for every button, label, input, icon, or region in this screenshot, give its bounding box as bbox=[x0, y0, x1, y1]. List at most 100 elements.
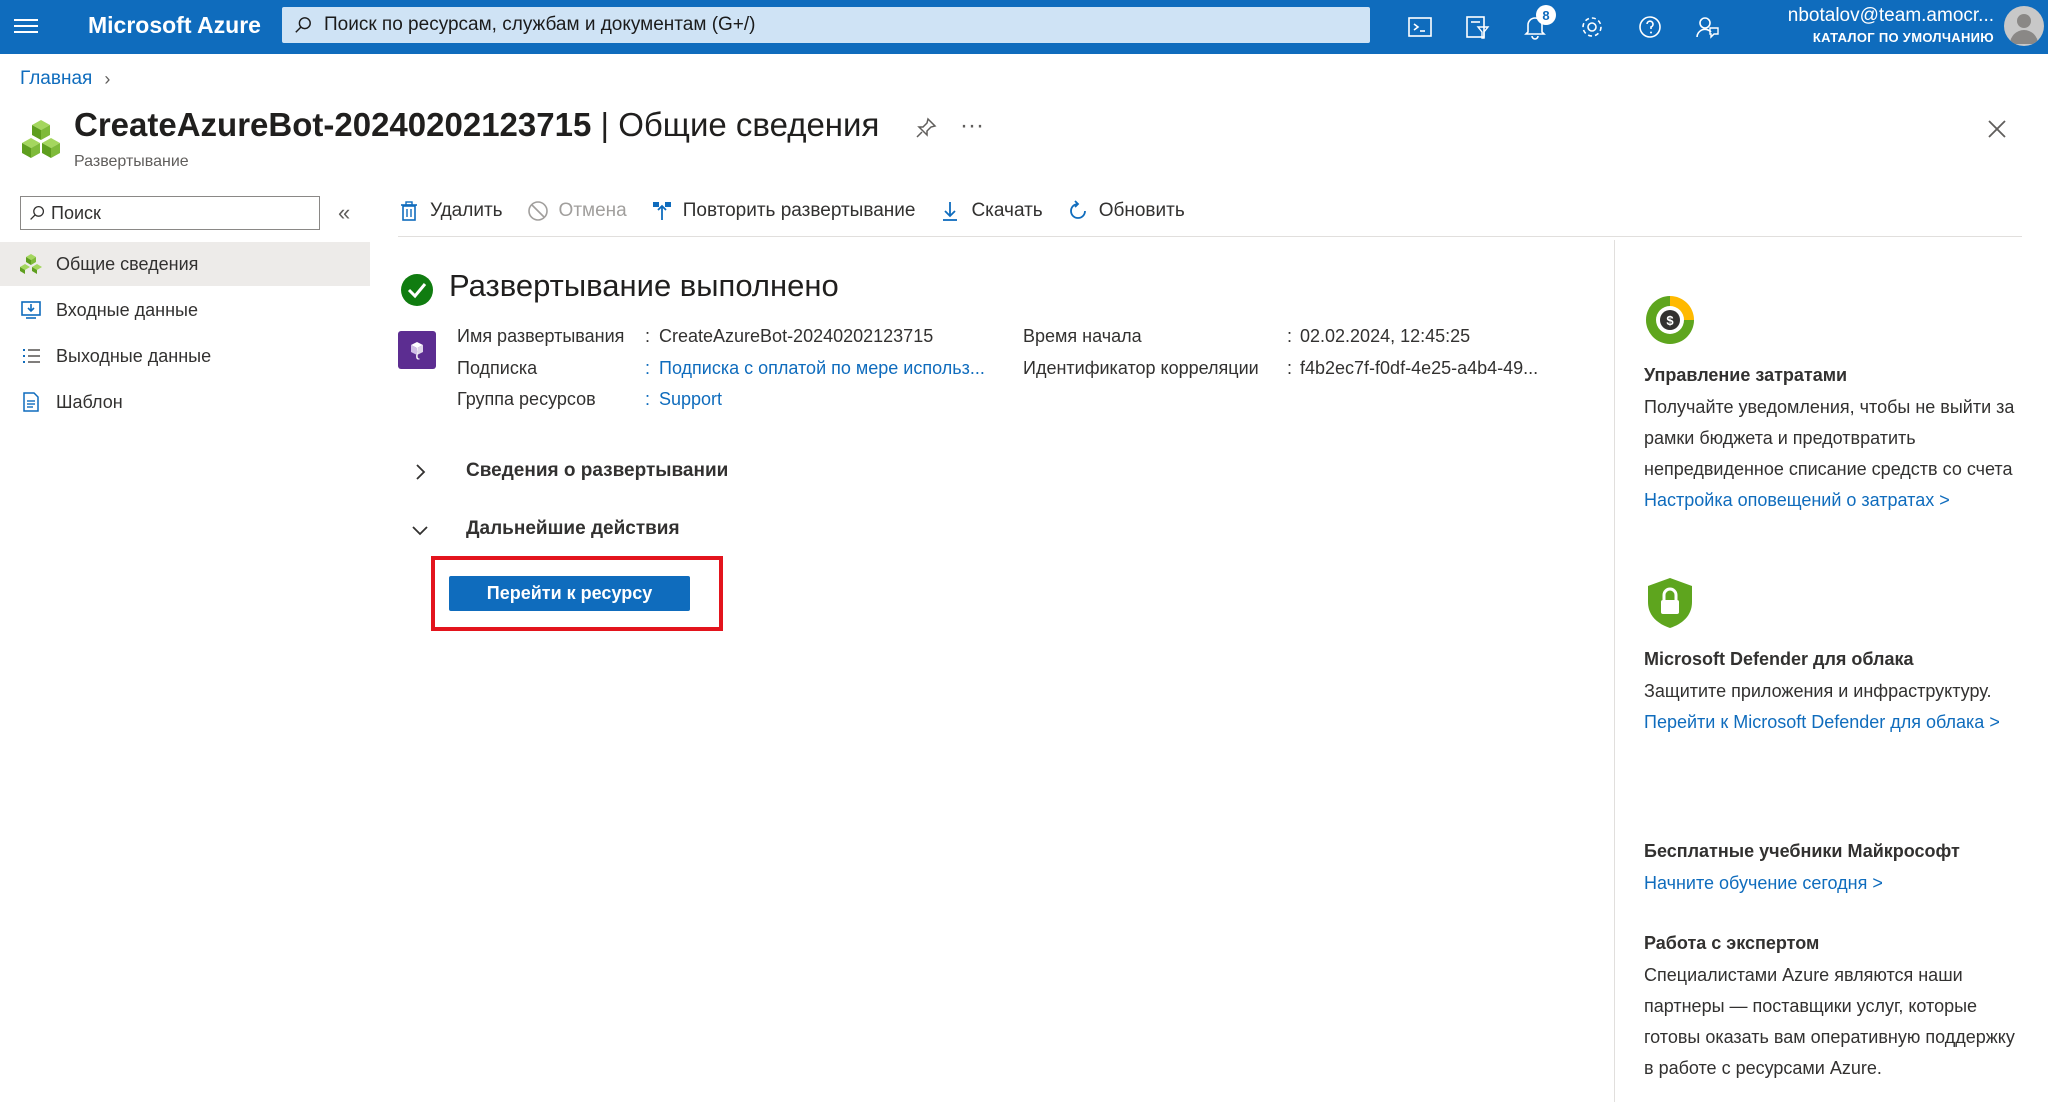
nav-item-inputs[interactable]: Входные данные bbox=[0, 288, 370, 332]
download-icon bbox=[943, 202, 958, 221]
correlation-id-label: Идентификатор корреляции bbox=[1023, 358, 1259, 378]
separator: : bbox=[645, 358, 651, 378]
delete-button[interactable]: Удалить bbox=[398, 200, 503, 222]
separator: : bbox=[1287, 326, 1293, 346]
redeploy-label: Повторить развертывание bbox=[682, 200, 916, 221]
breadcrumb-home[interactable]: Главная bbox=[20, 68, 92, 90]
feedback-icon[interactable] bbox=[1692, 12, 1722, 42]
learning-title: Бесплатные учебники Майкрософт bbox=[1644, 841, 1960, 861]
page-subtitle: Развертывание bbox=[74, 153, 189, 170]
deployment-name-label: Имя развертывания bbox=[457, 326, 625, 346]
separator: : bbox=[645, 389, 651, 409]
bell-icon[interactable]: 8 bbox=[1520, 5, 1556, 42]
command-bar: Удалить Отмена Повторить развертывание С… bbox=[398, 194, 1209, 228]
outputs-icon bbox=[23, 349, 40, 363]
correlation-id-value: f4b2ec7f-f0df-4e25-a4b4-49... bbox=[1300, 358, 1539, 378]
chevron-down-icon bbox=[412, 526, 428, 536]
cost-management-icon: $ bbox=[1646, 296, 1694, 344]
expert-title: Работа с экспертом bbox=[1644, 933, 1820, 953]
expert-text: Специалистами Azure являются наши партне… bbox=[1644, 965, 2015, 1078]
cancel-button[interactable]: Отмена bbox=[527, 200, 627, 222]
defender-text: Защитите приложения и инфраструктуру. bbox=[1644, 681, 1992, 701]
nav-item-template[interactable]: Шаблон bbox=[0, 380, 370, 424]
account-menu[interactable]: nbotalov@team.amocr... КАТАЛОГ ПО УМОЛЧА… bbox=[1788, 5, 1994, 45]
redeploy-icon bbox=[652, 202, 671, 220]
cost-management-title: Управление затратами bbox=[1644, 365, 1848, 385]
pin-icon[interactable] bbox=[914, 116, 938, 140]
learning-link[interactable]: Начните обучение сегодня > bbox=[1644, 868, 2024, 899]
deployment-name-value: CreateAzureBot-20240202123715 bbox=[659, 326, 934, 346]
defender-card: Microsoft Defender для облака Защитите п… bbox=[1644, 649, 2024, 738]
menu-icon[interactable] bbox=[14, 15, 38, 37]
nav-item-label: Входные данные bbox=[56, 299, 198, 320]
page-title-name: CreateAzureBot-20240202123715 bbox=[74, 106, 592, 143]
search-icon bbox=[30, 205, 45, 220]
deployment-icon: { bbox=[398, 331, 436, 369]
separator: : bbox=[645, 326, 651, 346]
refresh-icon bbox=[1069, 200, 1086, 219]
page-title-section: | Общие сведения bbox=[591, 106, 880, 143]
nav-search-placeholder: Поиск bbox=[51, 202, 101, 223]
download-label: Скачать bbox=[971, 200, 1043, 221]
inputs-icon bbox=[21, 301, 41, 319]
deployment-status-title: Развертывание выполнено bbox=[449, 268, 839, 303]
search-placeholder: Поиск по ресурсам, службам и документам … bbox=[324, 14, 756, 35]
resource-group-link[interactable]: Support bbox=[659, 389, 722, 410]
download-button[interactable]: Скачать bbox=[939, 200, 1043, 222]
subscription-label: Подписка bbox=[457, 358, 538, 378]
refresh-label: Обновить bbox=[1098, 200, 1185, 221]
template-icon bbox=[23, 392, 39, 412]
account-user: nbotalov@team.amocr... bbox=[1787, 5, 1994, 26]
learning-card: Бесплатные учебники Майкрософт Начните о… bbox=[1644, 841, 2024, 899]
trash-icon bbox=[401, 201, 417, 221]
next-steps-label: Дальнейшие действия bbox=[466, 518, 680, 539]
global-search-input[interactable]: Поиск по ресурсам, службам и документам … bbox=[282, 7, 1370, 43]
subscription-link[interactable]: Подписка с оплатой по мере использ... bbox=[659, 358, 985, 379]
more-options-button[interactable]: ··· bbox=[960, 112, 984, 140]
nav-item-label: Шаблон bbox=[56, 391, 123, 412]
start-time-label: Время начала bbox=[1023, 326, 1142, 346]
breadcrumb: Главная › bbox=[20, 68, 110, 90]
delete-label: Удалить bbox=[430, 200, 503, 221]
deployment-details-label: Сведения о развертывании bbox=[466, 460, 729, 481]
help-icon[interactable] bbox=[1635, 12, 1665, 42]
brand-logo[interactable]: Microsoft Azure bbox=[88, 12, 261, 39]
cost-management-card: Управление затратами Получайте уведомлен… bbox=[1644, 365, 2024, 516]
avatar[interactable] bbox=[2004, 6, 2044, 46]
refresh-button[interactable]: Обновить bbox=[1067, 200, 1185, 222]
search-icon bbox=[295, 17, 311, 33]
separator: : bbox=[1287, 358, 1293, 378]
go-to-resource-button[interactable]: Перейти к ресурсу bbox=[449, 576, 690, 611]
right-panel-divider bbox=[1614, 240, 1615, 1102]
deployment-cubes-icon bbox=[22, 120, 60, 158]
collapse-nav-button[interactable]: « bbox=[338, 200, 350, 226]
cost-alerts-link[interactable]: Настройка оповещений о затратах > bbox=[1644, 485, 2024, 516]
resource-group-label: Группа ресурсов bbox=[457, 389, 596, 409]
cloud-shell-icon[interactable] bbox=[1405, 12, 1435, 42]
nav-item-label: Выходные данные bbox=[56, 345, 212, 366]
cancel-icon bbox=[527, 201, 548, 221]
cost-management-text: Получайте уведомления, чтобы не выйти за… bbox=[1644, 397, 2015, 479]
defender-shield-icon bbox=[1648, 578, 1692, 628]
next-steps-toggle[interactable]: Дальнейшие действия bbox=[410, 518, 680, 540]
close-icon[interactable] bbox=[1986, 118, 2008, 140]
svg-text:$: $ bbox=[1666, 313, 1674, 328]
nav-item-outputs[interactable]: Выходные данные bbox=[0, 334, 370, 378]
expert-card: Работа с экспертом Специалистами Azure я… bbox=[1644, 933, 2024, 1084]
chevron-right-icon bbox=[416, 464, 426, 480]
page-title: CreateAzureBot-20240202123715 | Общие св… bbox=[74, 106, 879, 144]
nav-search-input[interactable]: Поиск bbox=[20, 196, 320, 230]
nav-item-overview[interactable]: Общие сведения bbox=[0, 242, 370, 286]
notification-badge: 8 bbox=[1536, 5, 1556, 25]
redeploy-button[interactable]: Повторить развертывание bbox=[651, 200, 916, 222]
gear-icon[interactable] bbox=[1577, 12, 1607, 42]
deployment-details-toggle[interactable]: Сведения о развертывании bbox=[410, 460, 728, 482]
overview-icon bbox=[20, 254, 42, 274]
chevron-right-icon: › bbox=[104, 68, 111, 89]
defender-link[interactable]: Перейти к Microsoft Defender для облака … bbox=[1644, 707, 2024, 738]
nav-item-label: Общие сведения bbox=[56, 253, 199, 274]
toolbar-divider bbox=[398, 236, 2022, 237]
account-directory: КАТАЛОГ ПО УМОЛЧАНИЮ bbox=[1812, 30, 1994, 45]
top-bar: Microsoft Azure Поиск по ресурсам, служб… bbox=[0, 0, 2048, 54]
directory-filter-icon[interactable] bbox=[1462, 12, 1492, 42]
